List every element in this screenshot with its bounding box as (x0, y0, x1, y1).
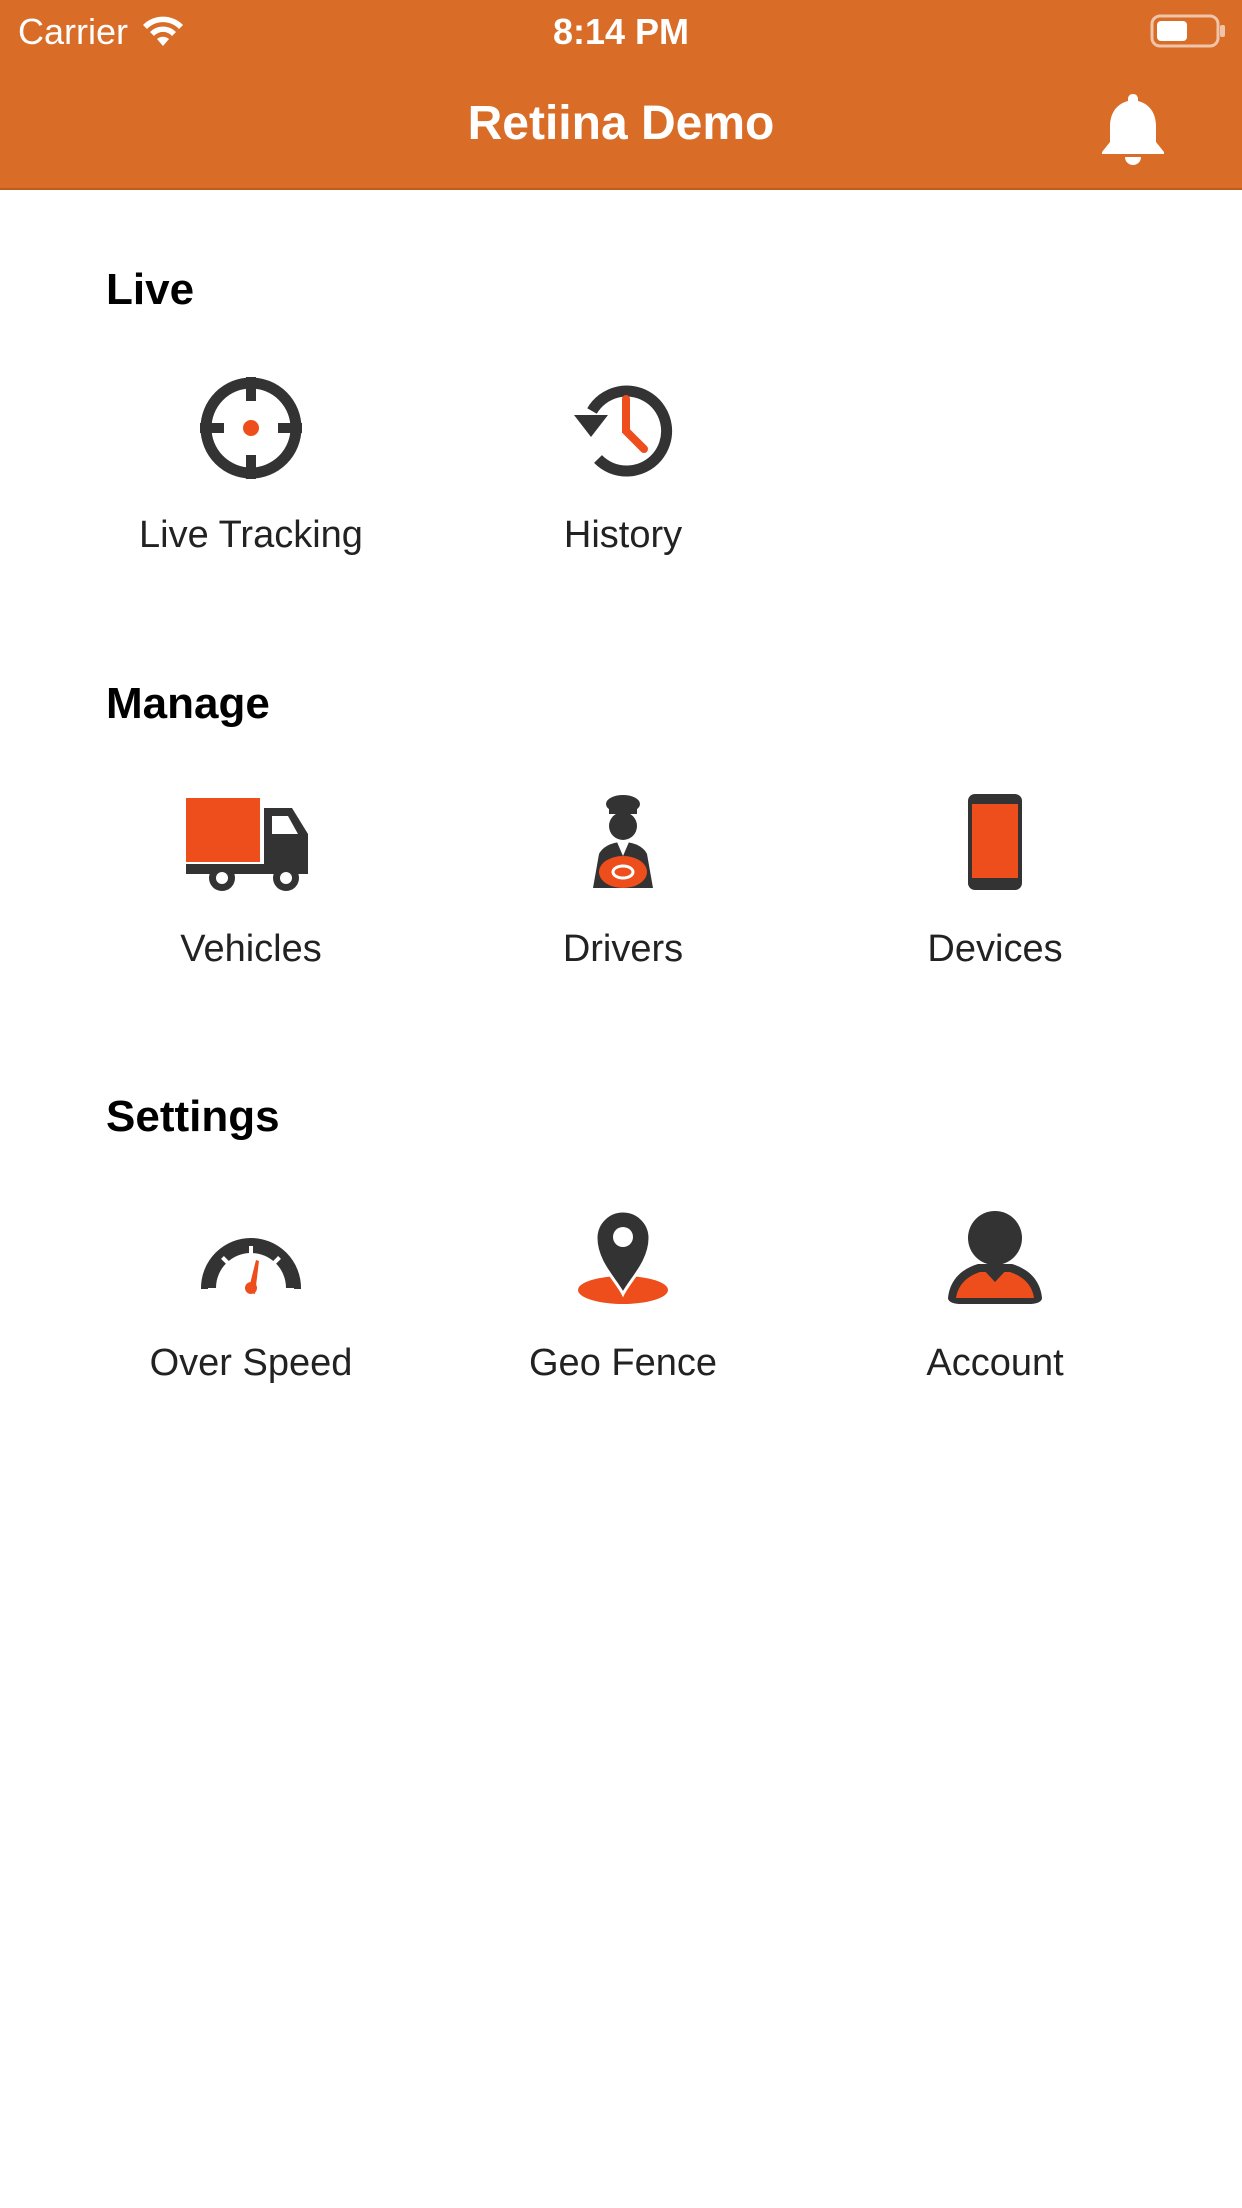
menu-tile-history[interactable]: History (473, 358, 773, 588)
driver-icon (593, 795, 653, 888)
menu-tile-vehicles[interactable]: Vehicles (101, 772, 401, 1002)
menu-tile-live-tracking[interactable]: Live Tracking (101, 358, 401, 588)
menu-tile-devices[interactable]: Devices (845, 772, 1145, 1002)
menu-tile-label: Geo Fence (529, 1342, 717, 1384)
menu-tile-drivers[interactable]: Drivers (473, 772, 773, 1002)
menu-tile-over-speed[interactable]: Over Speed (101, 1186, 401, 1416)
location-pin-icon (578, 1209, 668, 1304)
menu-tile-label: Devices (927, 928, 1063, 970)
bell-icon (1102, 94, 1164, 165)
menu-tile-label: Account (926, 1342, 1064, 1384)
status-bar: Carrier 8:14 PM (0, 0, 1242, 62)
user-icon (948, 1211, 1042, 1304)
crosshair-icon (200, 377, 302, 479)
notifications-button[interactable] (1098, 90, 1168, 166)
menu-tile-label: History (563, 514, 683, 556)
menu-tile-label: Drivers (562, 928, 684, 970)
app-header: Carrier 8:14 PM Retiina Demo (0, 0, 1242, 190)
menu-tile-label: Live Tracking (139, 514, 363, 556)
menu-tile-account[interactable]: Account (845, 1186, 1145, 1416)
section-title-live: Live (106, 265, 195, 314)
battery-icon (1150, 14, 1226, 57)
phone-icon (968, 794, 1022, 890)
status-time: 8:14 PM (552, 11, 690, 52)
section-title-manage: Manage (106, 679, 270, 728)
truck-icon (186, 798, 308, 891)
section-title-settings: Settings (106, 1092, 280, 1141)
speedometer-icon (200, 1238, 302, 1294)
history-icon (574, 385, 673, 477)
menu-tile-label: Vehicles (180, 928, 322, 970)
menu-tile-label: Over Speed (149, 1342, 353, 1384)
page-title: Retiina Demo (467, 97, 775, 150)
menu-tile-geo-fence[interactable]: Geo Fence (473, 1186, 773, 1416)
